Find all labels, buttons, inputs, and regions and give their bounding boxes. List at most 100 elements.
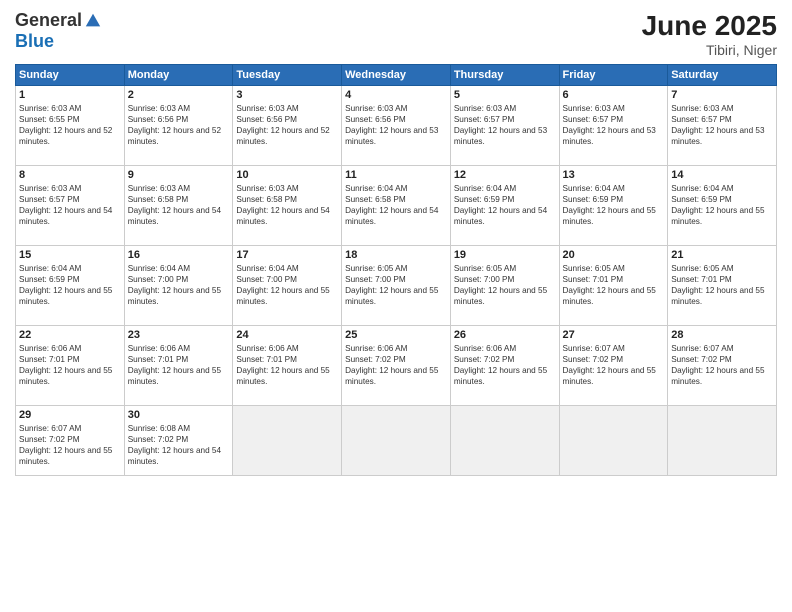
calendar-cell: 21 Sunrise: 6:05 AM Sunset: 7:01 PM Dayli…: [668, 246, 777, 326]
day-info: Sunrise: 6:07 AM Sunset: 7:02 PM Dayligh…: [563, 343, 665, 387]
day-info: Sunrise: 6:03 AM Sunset: 6:57 PM Dayligh…: [671, 103, 773, 147]
calendar-cell: 26Sunrise: 6:06 AM Sunset: 7:02 PM Dayli…: [450, 326, 559, 406]
day-number: 17: [236, 249, 338, 261]
day-number: 13: [563, 169, 665, 181]
day-info: Sunrise: 6:08 AM Sunset: 7:02 PM Dayligh…: [128, 423, 230, 467]
calendar-cell: 20 Sunrise: 6:05 AM Sunset: 7:01 PM Dayli…: [559, 246, 668, 326]
calendar-cell: 10 Sunrise: 6:03 AM Sunset: 6:58 PM Dayli…: [233, 166, 342, 246]
day-number: 1: [19, 89, 121, 101]
calendar-cell: 27 Sunrise: 6:07 AM Sunset: 7:02 PM Dayli…: [559, 326, 668, 406]
day-info: Sunrise: 6:03 AM Sunset: 6:57 PM Dayligh…: [454, 103, 556, 147]
day-info: Sunrise: 6:03 AM Sunset: 6:57 PM Dayligh…: [19, 183, 121, 227]
day-number: 19: [454, 249, 556, 261]
calendar-cell: 9Sunrise: 6:03 AM Sunset: 6:58 PM Daylig…: [124, 166, 233, 246]
day-info: Sunrise: 6:04 AM Sunset: 6:59 PM Dayligh…: [454, 183, 556, 227]
title-month: June 2025: [642, 10, 777, 42]
day-number: 2: [128, 89, 230, 101]
calendar-cell: 16 Sunrise: 6:04 AM Sunset: 7:00 PM Dayli…: [124, 246, 233, 326]
header: General Blue June 2025 Tibiri, Niger: [15, 10, 777, 58]
calendar-cell: 13 Sunrise: 6:04 AM Sunset: 6:59 PM Dayli…: [559, 166, 668, 246]
day-info: Sunrise: 6:04 AM Sunset: 6:59 PM Dayligh…: [671, 183, 773, 227]
calendar-cell: 7Sunrise: 6:03 AM Sunset: 6:57 PM Daylig…: [668, 86, 777, 166]
calendar-cell: 11 Sunrise: 6:04 AM Sunset: 6:58 PM Dayli…: [342, 166, 451, 246]
day-number: 20: [563, 249, 665, 261]
calendar-week-2: 8Sunrise: 6:03 AM Sunset: 6:57 PM Daylig…: [16, 166, 777, 246]
day-info: Sunrise: 6:06 AM Sunset: 7:02 PM Dayligh…: [345, 343, 447, 387]
calendar-cell: 1 Sunrise: 6:03 AM Sunset: 6:55 PM Daylig…: [16, 86, 125, 166]
day-number: 6: [563, 89, 665, 101]
day-info: Sunrise: 6:05 AM Sunset: 7:01 PM Dayligh…: [671, 263, 773, 307]
day-number: 12: [454, 169, 556, 181]
calendar-cell: [342, 406, 451, 476]
day-number: 22: [19, 329, 121, 341]
day-number: 21: [671, 249, 773, 261]
title-block: June 2025 Tibiri, Niger: [642, 10, 777, 58]
calendar-cell: [450, 406, 559, 476]
calendar-cell: 23 Sunrise: 6:06 AM Sunset: 7:01 PM Dayli…: [124, 326, 233, 406]
header-wednesday: Wednesday: [342, 65, 451, 86]
day-number: 23: [128, 329, 230, 341]
day-info: Sunrise: 6:03 AM Sunset: 6:55 PM Dayligh…: [19, 103, 121, 147]
day-info: Sunrise: 6:03 AM Sunset: 6:58 PM Dayligh…: [236, 183, 338, 227]
day-info: Sunrise: 6:03 AM Sunset: 6:56 PM Dayligh…: [345, 103, 447, 147]
day-number: 16: [128, 249, 230, 261]
calendar-week-3: 15 Sunrise: 6:04 AM Sunset: 6:59 PM Dayli…: [16, 246, 777, 326]
logo-general: General: [15, 10, 82, 31]
day-number: 3: [236, 89, 338, 101]
header-friday: Friday: [559, 65, 668, 86]
day-info: Sunrise: 6:06 AM Sunset: 7:01 PM Dayligh…: [19, 343, 121, 387]
day-number: 15: [19, 249, 121, 261]
day-number: 24: [236, 329, 338, 341]
day-info: Sunrise: 6:06 AM Sunset: 7:02 PM Dayligh…: [454, 343, 556, 387]
day-info: Sunrise: 6:03 AM Sunset: 6:56 PM Dayligh…: [128, 103, 230, 147]
day-info: Sunrise: 6:04 AM Sunset: 6:58 PM Dayligh…: [345, 183, 447, 227]
header-tuesday: Tuesday: [233, 65, 342, 86]
calendar-week-5: 29Sunrise: 6:07 AM Sunset: 7:02 PM Dayli…: [16, 406, 777, 476]
day-info: Sunrise: 6:03 AM Sunset: 6:56 PM Dayligh…: [236, 103, 338, 147]
day-number: 25: [345, 329, 447, 341]
calendar-cell: 29Sunrise: 6:07 AM Sunset: 7:02 PM Dayli…: [16, 406, 125, 476]
calendar-cell: 18 Sunrise: 6:05 AM Sunset: 7:00 PM Dayli…: [342, 246, 451, 326]
day-number: 5: [454, 89, 556, 101]
day-number: 18: [345, 249, 447, 261]
day-number: 29: [19, 409, 121, 421]
calendar-cell: 17Sunrise: 6:04 AM Sunset: 7:00 PM Dayli…: [233, 246, 342, 326]
day-info: Sunrise: 6:07 AM Sunset: 7:02 PM Dayligh…: [671, 343, 773, 387]
day-info: Sunrise: 6:04 AM Sunset: 6:59 PM Dayligh…: [19, 263, 121, 307]
day-number: 11: [345, 169, 447, 181]
calendar-cell: 14 Sunrise: 6:04 AM Sunset: 6:59 PM Dayli…: [668, 166, 777, 246]
calendar-week-4: 22 Sunrise: 6:06 AM Sunset: 7:01 PM Dayli…: [16, 326, 777, 406]
logo-blue: Blue: [15, 31, 54, 52]
calendar-cell: 19Sunrise: 6:05 AM Sunset: 7:00 PM Dayli…: [450, 246, 559, 326]
day-number: 4: [345, 89, 447, 101]
page: General Blue June 2025 Tibiri, Niger Sun…: [0, 0, 792, 612]
day-number: 14: [671, 169, 773, 181]
day-number: 28: [671, 329, 773, 341]
day-info: Sunrise: 6:04 AM Sunset: 6:59 PM Dayligh…: [563, 183, 665, 227]
calendar-cell: 22 Sunrise: 6:06 AM Sunset: 7:01 PM Dayli…: [16, 326, 125, 406]
day-info: Sunrise: 6:06 AM Sunset: 7:01 PM Dayligh…: [236, 343, 338, 387]
calendar-cell: 24 Sunrise: 6:06 AM Sunset: 7:01 PM Dayli…: [233, 326, 342, 406]
calendar-cell: [559, 406, 668, 476]
calendar-cell: 12 Sunrise: 6:04 AM Sunset: 6:59 PM Dayli…: [450, 166, 559, 246]
day-number: 10: [236, 169, 338, 181]
calendar-cell: 5 Sunrise: 6:03 AM Sunset: 6:57 PM Daylig…: [450, 86, 559, 166]
day-info: Sunrise: 6:03 AM Sunset: 6:57 PM Dayligh…: [563, 103, 665, 147]
header-sunday: Sunday: [16, 65, 125, 86]
day-info: Sunrise: 6:06 AM Sunset: 7:01 PM Dayligh…: [128, 343, 230, 387]
calendar-header-row: SundayMondayTuesdayWednesdayThursdayFrid…: [16, 65, 777, 86]
calendar-cell: 6 Sunrise: 6:03 AM Sunset: 6:57 PM Daylig…: [559, 86, 668, 166]
header-monday: Monday: [124, 65, 233, 86]
calendar: SundayMondayTuesdayWednesdayThursdayFrid…: [15, 64, 777, 476]
title-location: Tibiri, Niger: [642, 42, 777, 58]
calendar-cell: 4 Sunrise: 6:03 AM Sunset: 6:56 PM Daylig…: [342, 86, 451, 166]
calendar-cell: 8Sunrise: 6:03 AM Sunset: 6:57 PM Daylig…: [16, 166, 125, 246]
header-saturday: Saturday: [668, 65, 777, 86]
logo: General Blue: [15, 10, 102, 52]
day-info: Sunrise: 6:05 AM Sunset: 7:01 PM Dayligh…: [563, 263, 665, 307]
day-number: 27: [563, 329, 665, 341]
calendar-cell: 25 Sunrise: 6:06 AM Sunset: 7:02 PM Dayli…: [342, 326, 451, 406]
day-info: Sunrise: 6:05 AM Sunset: 7:00 PM Dayligh…: [345, 263, 447, 307]
calendar-cell: 15 Sunrise: 6:04 AM Sunset: 6:59 PM Dayli…: [16, 246, 125, 326]
day-info: Sunrise: 6:04 AM Sunset: 7:00 PM Dayligh…: [128, 263, 230, 307]
